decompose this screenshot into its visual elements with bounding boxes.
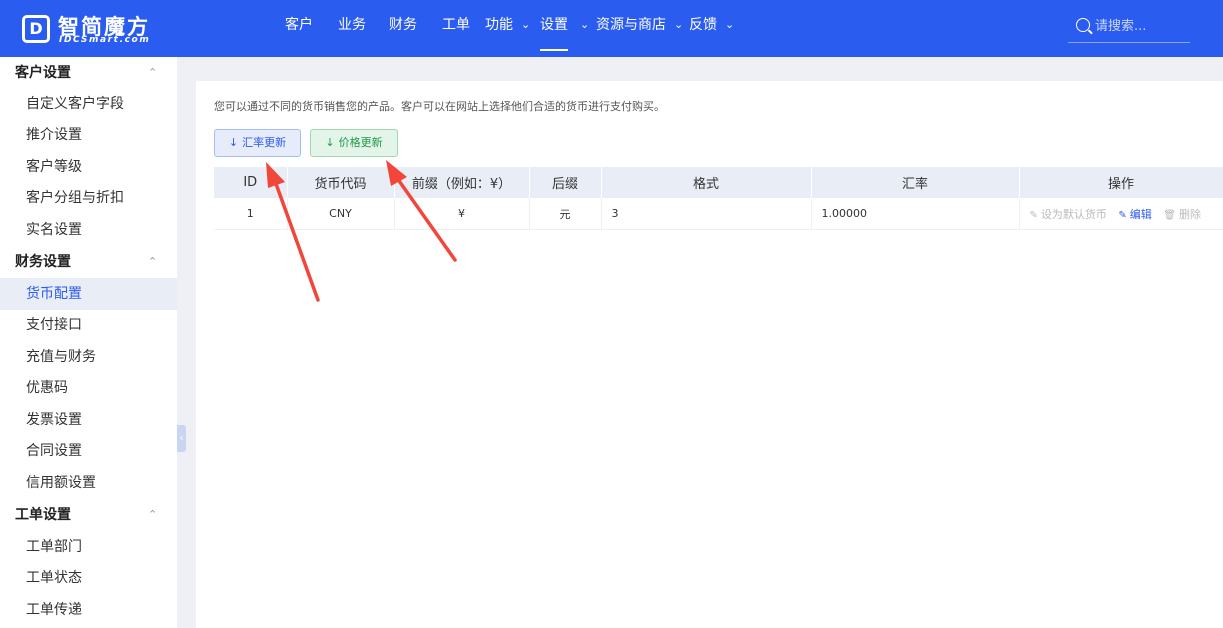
chevron-up-icon: ⌃ bbox=[148, 66, 158, 79]
cell-actions: ✎ 设为默认货币 ✎ 编辑 🗑 删除 bbox=[1019, 198, 1223, 230]
cell-format: 3 bbox=[601, 198, 812, 230]
arrow-down-icon: ↓ bbox=[228, 136, 239, 149]
arrow-down-icon: ↓ bbox=[325, 136, 335, 149]
table-header-row: ID 货币代码 前缀（例如：¥） 后缀 格式 汇率 操作 bbox=[214, 167, 1223, 198]
sidebar-item-custom-fields[interactable]: 自定义客户字段 bbox=[0, 88, 177, 120]
column-header-id: ID bbox=[214, 167, 288, 198]
pencil-icon: ✎ bbox=[1118, 209, 1127, 221]
sidebar-item-customer-levels[interactable]: 客户等级 bbox=[0, 151, 177, 183]
column-header-format: 格式 bbox=[601, 167, 812, 198]
sidebar-item-referral[interactable]: 推介设置 bbox=[0, 119, 177, 151]
set-default-currency-button[interactable]: ✎ 设为默认货币 bbox=[1030, 208, 1107, 221]
sidebar-group-finance-settings[interactable]: 财务设置 ⌃ bbox=[0, 246, 177, 278]
sidebar-collapse-handle[interactable]: ‹ bbox=[177, 425, 186, 452]
rate-update-button[interactable]: ↓ 汇率更新 bbox=[214, 129, 301, 157]
sidebar-item-credit-settings[interactable]: 信用额设置 bbox=[0, 467, 177, 499]
sidebar-item-ticket-forwarding[interactable]: 工单传递 bbox=[0, 594, 177, 626]
chevron-down-icon: ⌄ bbox=[580, 18, 590, 31]
top-navbar: D 智简魔方 IDCSmart.com 客户 业务 财务 工单 功能 ⌄ 设置 ⌄… bbox=[0, 0, 1223, 57]
pencil-icon: ✎ bbox=[1029, 209, 1038, 221]
sidebar-item-ticket-departments[interactable]: 工单部门 bbox=[0, 531, 177, 563]
sidebar-item-contract-settings[interactable]: 合同设置 bbox=[0, 435, 177, 467]
delete-button[interactable]: 🗑 删除 bbox=[1163, 208, 1201, 221]
column-header-rate: 汇率 bbox=[811, 167, 1020, 198]
search-icon[interactable] bbox=[1076, 18, 1090, 32]
sidebar-item-real-name[interactable]: 实名设置 bbox=[0, 214, 177, 246]
nav-item-features[interactable]: 功能 ⌄ bbox=[485, 0, 530, 57]
nav-item-settings[interactable]: 设置 bbox=[540, 0, 568, 57]
table-row: 1 CNY ¥ 元 3 1.00000 ✎ 设为默认货币 ✎ 编辑 🗑 删除 bbox=[214, 198, 1223, 230]
cell-code: CNY bbox=[287, 198, 395, 230]
chevron-left-icon: ‹ bbox=[179, 433, 184, 444]
column-header-prefix: 前缀（例如：¥） bbox=[394, 167, 530, 198]
column-header-code: 货币代码 bbox=[287, 167, 395, 198]
sidebar-item-currency-config[interactable]: 货币配置 bbox=[0, 278, 177, 310]
sidebar-item-payment-gateways[interactable]: 支付接口 bbox=[0, 309, 177, 341]
sidebar-group-customer-settings[interactable]: 客户设置 ⌃ bbox=[0, 57, 177, 89]
chevron-down-icon: ⌄ bbox=[674, 18, 684, 31]
nav-item-feedback[interactable]: 反馈 ⌄ bbox=[689, 0, 734, 57]
edit-button[interactable]: ✎ 编辑 bbox=[1118, 208, 1151, 221]
nav-settings-dropdown[interactable]: ⌄ bbox=[572, 0, 589, 57]
sidebar-item-groups-discounts[interactable]: 客户分组与折扣 bbox=[0, 182, 177, 214]
nav-item-finance[interactable]: 财务 bbox=[389, 0, 417, 57]
column-header-actions: 操作 bbox=[1019, 167, 1223, 198]
nav-item-customer[interactable]: 客户 bbox=[285, 0, 313, 57]
sidebar-item-invoice-settings[interactable]: 发票设置 bbox=[0, 404, 177, 436]
nav-item-business[interactable]: 业务 bbox=[338, 0, 366, 57]
logo-icon: D bbox=[22, 15, 50, 43]
trash-icon: 🗑 bbox=[1163, 209, 1176, 221]
chevron-down-icon: ⌄ bbox=[725, 18, 735, 31]
currency-table: ID 货币代码 前缀（例如：¥） 后缀 格式 汇率 操作 1 CNY ¥ 元 3… bbox=[214, 167, 1223, 230]
chevron-up-icon: ⌃ bbox=[148, 255, 158, 268]
price-update-button[interactable]: ↓ 价格更新 bbox=[310, 129, 398, 157]
main-card: 您可以通过不同的货币销售您的产品。客户可以在网站上选择他们合适的货币进行支付购买… bbox=[196, 81, 1223, 628]
search-input[interactable] bbox=[1095, 16, 1185, 36]
chevron-up-icon: ⌃ bbox=[148, 508, 158, 521]
column-header-suffix: 后缀 bbox=[529, 167, 602, 198]
sidebar-group-ticket-settings[interactable]: 工单设置 ⌃ bbox=[0, 499, 177, 531]
search-box bbox=[1068, 12, 1190, 43]
sidebar: 客户设置 ⌃ 自定义客户字段 推介设置 客户等级 客户分组与折扣 实名设置 财务设… bbox=[0, 57, 177, 628]
brand-subtitle: IDCSmart.com bbox=[59, 35, 151, 45]
brand-logo[interactable]: D 智简魔方 IDCSmart.com bbox=[22, 13, 162, 47]
cell-prefix: ¥ bbox=[394, 198, 530, 230]
cell-id: 1 bbox=[214, 198, 288, 230]
sidebar-item-coupons[interactable]: 优惠码 bbox=[0, 372, 177, 404]
nav-item-tickets[interactable]: 工单 bbox=[442, 0, 470, 57]
page-description: 您可以通过不同的货币销售您的产品。客户可以在网站上选择他们合适的货币进行支付购买… bbox=[214, 100, 665, 113]
cell-suffix: 元 bbox=[529, 198, 602, 230]
sidebar-item-recharge-finance[interactable]: 充值与财务 bbox=[0, 341, 177, 373]
cell-rate: 1.00000 bbox=[811, 198, 1020, 230]
nav-item-resources-store[interactable]: 资源与商店 ⌄ bbox=[596, 0, 683, 57]
sidebar-item-ticket-status[interactable]: 工单状态 bbox=[0, 562, 177, 594]
chevron-down-icon: ⌄ bbox=[521, 18, 531, 31]
